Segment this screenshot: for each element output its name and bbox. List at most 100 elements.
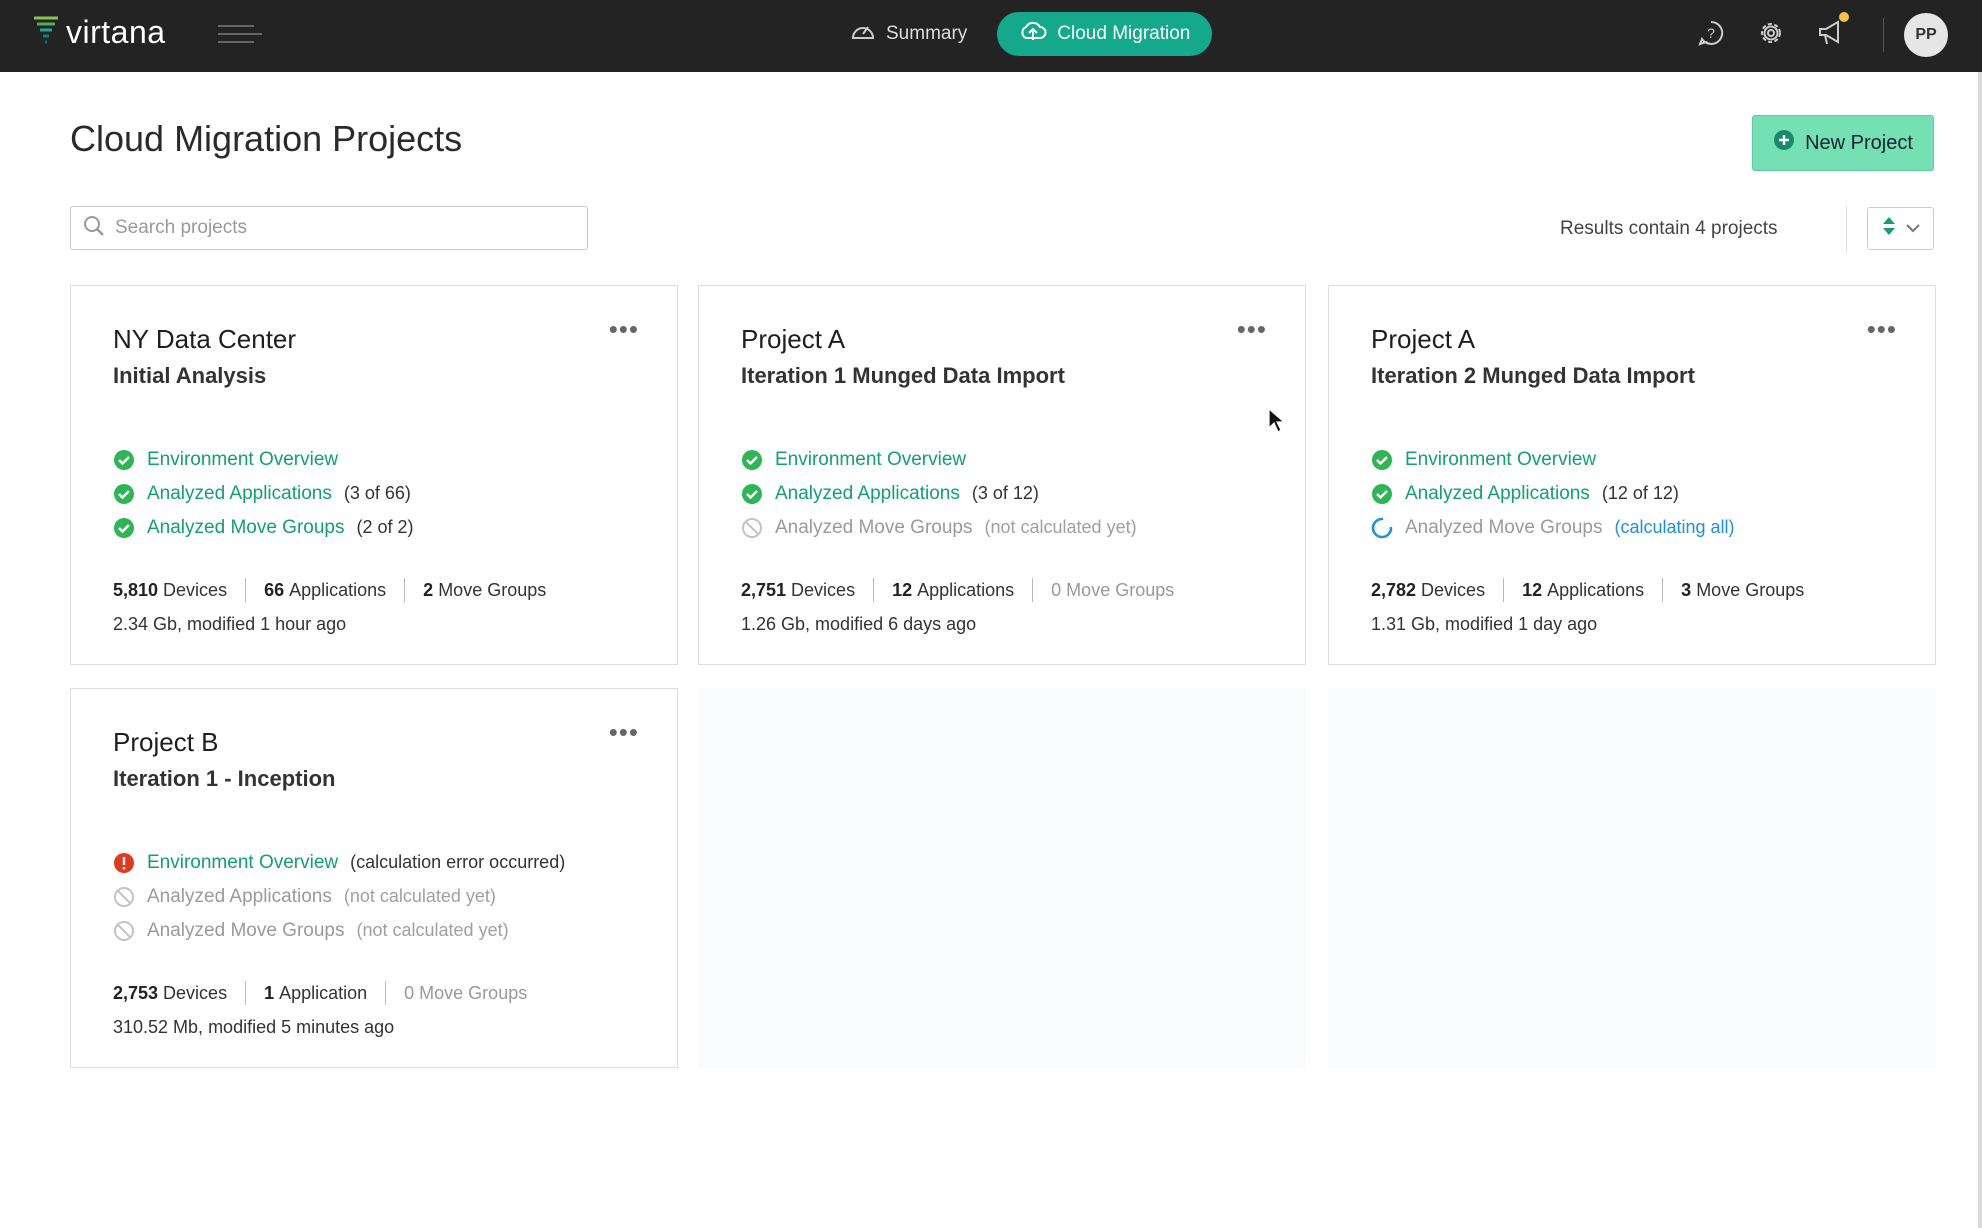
chevron-down-icon: [1905, 220, 1920, 238]
project-subtitle: Iteration 2 Munged Data Import: [1371, 363, 1695, 388]
check-circle-icon: [741, 449, 763, 471]
card-menu-button[interactable]: •••: [1867, 314, 1897, 345]
project-meta: 1.26 Gb, modified 6 days ago: [741, 614, 977, 634]
settings-button[interactable]: [1741, 12, 1801, 58]
status-link[interactable]: Analyzed Applications: [1405, 483, 1590, 505]
status-link[interactable]: Environment Overview: [147, 852, 338, 874]
menu-toggle-button[interactable]: [216, 20, 276, 50]
status-detail: (3 of 66): [343, 483, 411, 503]
stat-divider: [1662, 578, 1664, 602]
search-icon: [83, 215, 105, 242]
application-count: 1 Application: [264, 982, 368, 1003]
status-link[interactable]: Environment Overview: [775, 449, 966, 471]
speedometer-icon: [850, 19, 876, 49]
help-button[interactable]: ?: [1681, 12, 1741, 58]
sort-dropdown[interactable]: [1867, 207, 1934, 250]
status-link[interactable]: Analyzed Move Groups: [147, 517, 345, 539]
project-meta: 1.31 Gb, modified 1 day ago: [1371, 614, 1598, 634]
device-count: 2,782 Devices: [1371, 579, 1486, 600]
stat-divider: [385, 981, 387, 1005]
hamburger-icon: [216, 25, 276, 54]
status-row: Analyzed Applications (3 of 66): [113, 483, 635, 504]
status-link: Analyzed Applications: [147, 885, 332, 907]
spinner-icon: [1371, 517, 1393, 539]
status-link[interactable]: Analyzed Applications: [775, 483, 960, 505]
project-title: Project A: [741, 324, 846, 354]
card-menu-button[interactable]: •••: [1237, 314, 1267, 345]
search-box[interactable]: [70, 206, 588, 250]
status-list: Environment Overview Analyzed Application…: [741, 449, 1263, 538]
status-link: Analyzed Move Groups: [775, 516, 973, 538]
status-row: Environment Overview: [741, 449, 1263, 470]
results-divider: [1846, 206, 1847, 252]
svg-text:?: ?: [1707, 25, 1715, 41]
top-actions: ? PP: [1681, 12, 1948, 58]
move-group-count: 3 Move Groups: [1681, 579, 1805, 600]
project-card[interactable]: NY Data Center Initial Analysis ••• Envi…: [70, 285, 678, 665]
card-menu-button[interactable]: •••: [609, 314, 639, 345]
project-stats: 2,753 Devices 1 Application 0 Move Groups: [113, 981, 635, 1005]
mouse-cursor-icon: [1268, 407, 1286, 439]
status-detail: (not calculated yet): [984, 517, 1137, 537]
status-link[interactable]: Environment Overview: [1405, 449, 1596, 471]
status-detail: (calculating all): [1614, 517, 1735, 537]
check-circle-icon: [1371, 483, 1393, 505]
sort-icon: [1882, 216, 1896, 241]
ban-icon: [113, 920, 135, 942]
card-menu-button[interactable]: •••: [609, 717, 639, 748]
device-count: 2,751 Devices: [741, 579, 856, 600]
tab-summary[interactable]: Summary: [828, 12, 989, 56]
application-count: 12 Applications: [892, 579, 1015, 600]
status-link: Analyzed Move Groups: [147, 919, 345, 941]
stat-divider: [1503, 578, 1505, 602]
move-group-count: 2 Move Groups: [423, 579, 547, 600]
project-title: NY Data Center: [113, 324, 297, 354]
search-input[interactable]: [115, 217, 555, 239]
status-row: Environment Overview: [113, 449, 635, 470]
project-title: Project B: [113, 727, 219, 757]
notification-dot: [1839, 12, 1849, 22]
status-detail: (not calculated yet): [343, 886, 496, 906]
status-row: Environment Overview: [1371, 449, 1893, 470]
device-count: 5,810 Devices: [113, 579, 228, 600]
status-detail: (calculation error occurred): [350, 852, 566, 872]
project-subtitle: Initial Analysis: [113, 363, 267, 388]
project-card[interactable]: Project A Iteration 1 Munged Data Import…: [698, 285, 1306, 665]
status-row: Analyzed Move Groups (not calculated yet): [741, 517, 1263, 538]
project-meta: 310.52 Mb, modified 5 minutes ago: [113, 1017, 395, 1037]
project-card[interactable]: Project A Iteration 2 Munged Data Import…: [1328, 285, 1936, 665]
status-row: Analyzed Applications (12 of 12): [1371, 483, 1893, 504]
check-circle-icon: [113, 517, 135, 539]
stat-divider: [245, 578, 247, 602]
page-title: Cloud Migration Projects: [70, 118, 463, 159]
status-list: Environment Overview Analyzed Application…: [113, 449, 635, 538]
project-stats: 2,782 Devices 12 Applications 3 Move Groups: [1371, 578, 1893, 602]
status-detail: (12 of 12): [1601, 483, 1679, 503]
results-count: Results contain 4 projects: [1560, 218, 1778, 239]
empty-card-slot: [1328, 688, 1936, 1068]
plus-circle-icon: [1773, 129, 1795, 157]
application-count: 66 Applications: [264, 579, 387, 600]
status-row: Analyzed Applications (not calculated yet…: [113, 886, 635, 907]
megaphone-icon: [1816, 19, 1846, 52]
gear-icon: [1756, 18, 1786, 53]
status-detail: (2 of 2): [356, 517, 414, 537]
ban-icon: [741, 517, 763, 539]
more-icon: •••: [1866, 314, 1897, 344]
project-card[interactable]: Project B Iteration 1 - Inception ••• En…: [70, 688, 678, 1068]
tab-cloud-migration[interactable]: Cloud Migration: [997, 12, 1213, 56]
announcements-button[interactable]: [1801, 12, 1861, 58]
status-link[interactable]: Analyzed Move Groups: [1405, 517, 1603, 539]
brand-logo[interactable]: virtana: [32, 14, 166, 51]
main-nav: Summary Cloud Migration: [828, 12, 1213, 56]
more-icon: •••: [1236, 314, 1267, 344]
stat-divider: [873, 578, 875, 602]
status-link[interactable]: Environment Overview: [147, 449, 338, 471]
status-link[interactable]: Analyzed Applications: [147, 483, 332, 505]
check-circle-icon: [113, 449, 135, 471]
status-row: Analyzed Applications (3 of 12): [741, 483, 1263, 504]
new-project-button[interactable]: New Project: [1752, 115, 1934, 171]
empty-card-slot: [698, 688, 1306, 1068]
project-title: Project A: [1371, 324, 1476, 354]
avatar[interactable]: PP: [1904, 13, 1948, 57]
